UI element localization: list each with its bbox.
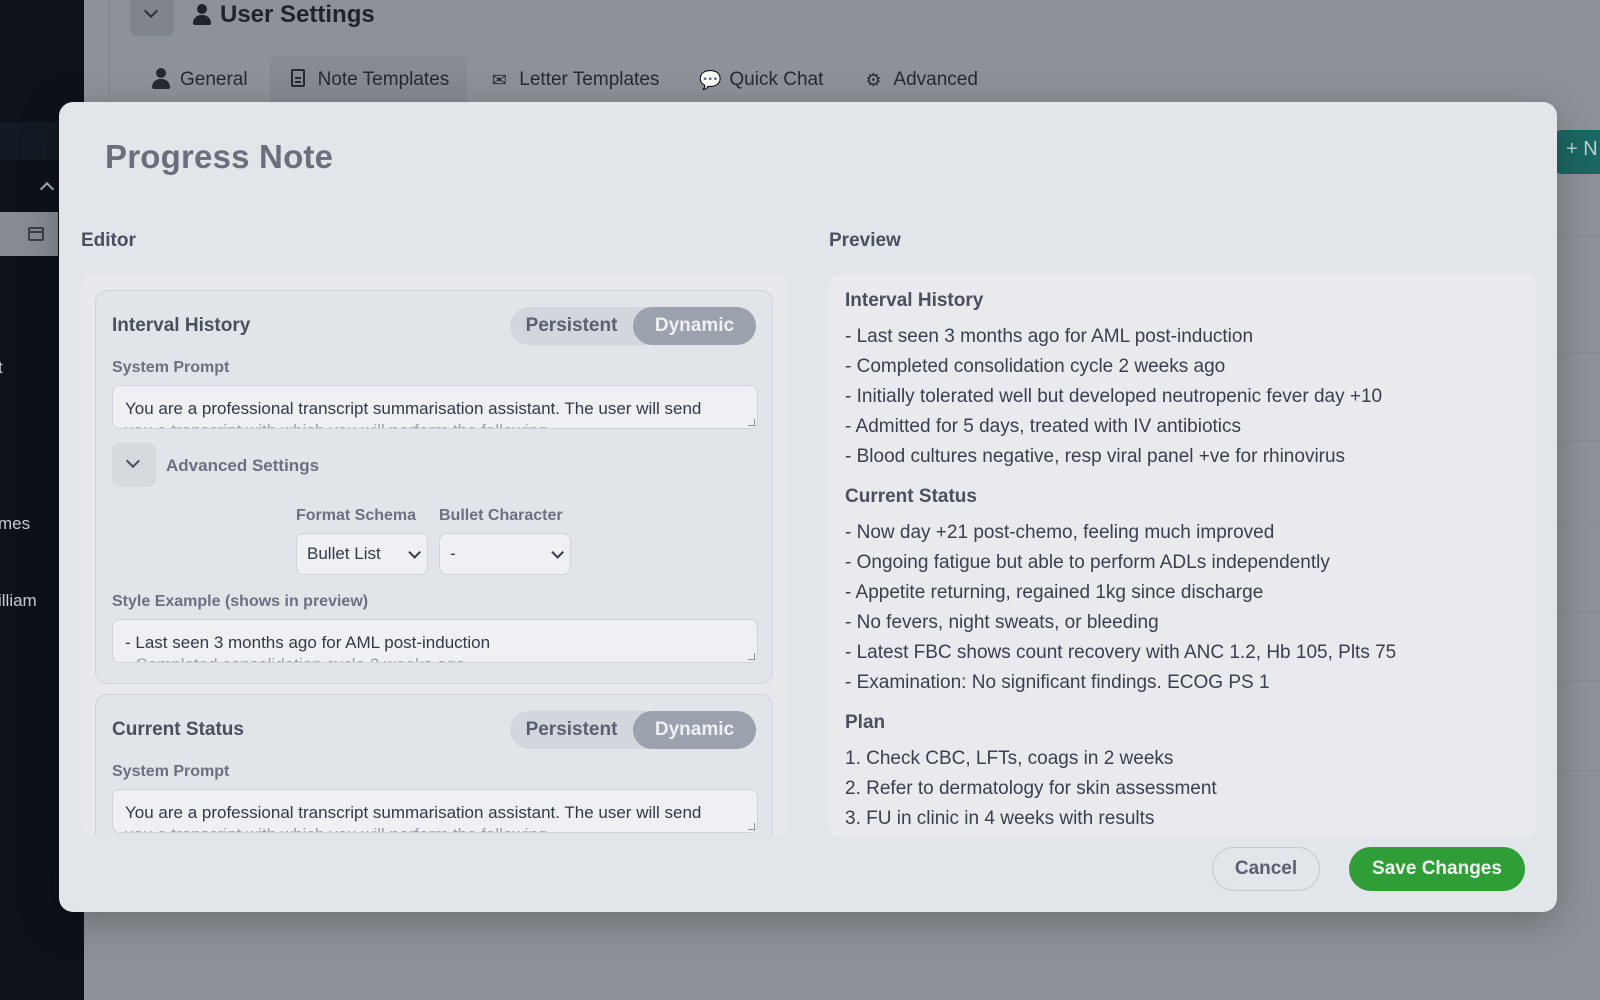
divider [108, 0, 110, 100]
persistent-option[interactable]: Persistent [510, 711, 633, 749]
preview-line: - Completed consolidation cycle 2 weeks … [845, 356, 1226, 377]
dynamic-option[interactable]: Dynamic [633, 711, 756, 749]
sidebar-item-label[interactable]: illiam [0, 591, 37, 611]
envelope-icon: ✉ [491, 69, 507, 90]
style-example-input[interactable]: - Last seen 3 months ago for AML post-in… [112, 619, 758, 663]
system-prompt-input[interactable]: You are a professional transcript summar… [112, 789, 758, 833]
preview-heading: Interval History [845, 290, 984, 311]
preview-line: 2. Refer to dermatology for skin assessm… [845, 778, 1217, 799]
bullet-character-select[interactable]: - [439, 533, 571, 575]
preview-line: - Blood cultures negative, resp viral pa… [845, 446, 1346, 467]
calendar-icon [28, 227, 44, 241]
chat-icon: 💬 [699, 69, 722, 90]
tab-quick-chat[interactable]: 💬 Quick Chat [681, 56, 841, 104]
resize-handle[interactable] [748, 419, 755, 426]
preview-line: - Admitted for 5 days, treated with IV a… [845, 416, 1242, 437]
preview-section-interval-history: Interval History - Last seen 3 months ag… [845, 290, 1520, 472]
dynamic-option[interactable]: Dynamic [633, 307, 756, 345]
person-icon [150, 67, 170, 93]
preview-heading: Current Status [845, 486, 977, 507]
advanced-settings-toggle[interactable] [112, 443, 156, 487]
section-card-interval-history: Interval History Persistent Dynamic Syst… [95, 290, 773, 684]
page-title: User Settings [192, 0, 375, 30]
collapse-button[interactable] [130, 0, 174, 36]
preview-line: - Initially tolerated well but developed… [845, 386, 1383, 407]
resize-handle[interactable] [748, 823, 755, 830]
document-icon [288, 68, 308, 92]
preview-panel[interactable]: Interval History - Last seen 3 months ag… [829, 274, 1536, 836]
tab-note-templates[interactable]: Note Templates [269, 56, 468, 104]
preview-heading: Plan [845, 712, 886, 733]
gear-icon: ⚙ [865, 69, 882, 90]
cancel-button[interactable]: Cancel [1212, 847, 1320, 891]
settings-tabs: General Note Templates ✉ Letter Template… [132, 56, 996, 104]
tab-advanced[interactable]: ⚙ Advanced [845, 56, 996, 104]
preview-line: 3. FU in clinic in 4 weeks with results [845, 808, 1155, 829]
bullet-character-label: Bullet Character [439, 507, 563, 524]
save-changes-button[interactable]: Save Changes [1349, 847, 1525, 891]
preview-line: - Latest FBC shows count recovery with A… [845, 642, 1397, 663]
tab-general[interactable]: General [132, 56, 266, 104]
system-prompt-label: System Prompt [112, 359, 230, 376]
format-schema-label: Format Schema [296, 507, 417, 524]
tab-letter-templates[interactable]: ✉ Letter Templates [471, 56, 677, 104]
sidebar-item[interactable] [0, 122, 60, 160]
section-card-current-status: Current Status Persistent Dynamic System… [95, 694, 773, 836]
preview-line: - Ongoing fatigue but able to perform AD… [845, 552, 1330, 573]
sidebar-item-label[interactable]: t [0, 358, 3, 378]
preview-section-current-status: Current Status - Now day +21 post-chemo,… [845, 486, 1520, 698]
preview-line: - Last seen 3 months ago for AML post-in… [845, 326, 1254, 347]
format-schema-select[interactable]: Bullet List [296, 533, 428, 575]
new-template-button[interactable]: + N [1554, 130, 1600, 174]
editor-panel[interactable]: Interval History Persistent Dynamic Syst… [81, 274, 787, 836]
preview-line: - Examination: No significant findings. … [845, 672, 1270, 693]
resize-handle[interactable] [748, 653, 755, 660]
preview-line: - Now day +21 post-chemo, feeling much i… [845, 522, 1275, 543]
system-prompt-input[interactable]: You are a professional transcript summar… [112, 385, 758, 429]
section-title: Interval History [112, 315, 251, 336]
system-prompt-label: System Prompt [112, 763, 230, 780]
chevron-down-icon [125, 453, 141, 469]
preview-line: - Appetite returning, regained 1kg since… [845, 582, 1264, 603]
preview-line: 1. Check CBC, LFTs, coags in 2 weeks [845, 748, 1174, 769]
person-icon [192, 4, 212, 26]
preview-label: Preview [829, 230, 901, 251]
chevron-down-icon [551, 545, 564, 559]
section-title: Current Status [112, 719, 244, 740]
mode-toggle: Persistent Dynamic [510, 711, 756, 749]
template-editor-modal: Progress Note Editor Preview Interval Hi… [59, 102, 1557, 912]
preview-section-plan: Plan 1. Check CBC, LFTs, coags in 2 week… [845, 712, 1520, 834]
editor-label: Editor [81, 230, 136, 251]
mode-toggle: Persistent Dynamic [510, 307, 756, 345]
persistent-option[interactable]: Persistent [510, 307, 633, 345]
modal-title: Progress Note [105, 138, 334, 175]
sidebar-item-label[interactable]: mes [0, 514, 30, 534]
advanced-settings-label[interactable]: Advanced Settings [166, 456, 319, 476]
chevron-down-icon [408, 545, 421, 559]
sidebar-item-calendar[interactable] [0, 212, 58, 256]
chevron-up-icon[interactable] [39, 181, 55, 197]
style-example-label: Style Example (shows in preview) [112, 593, 369, 610]
preview-line: - No fevers, night sweats, or bleeding [845, 612, 1159, 633]
chevron-down-icon [143, 3, 159, 19]
